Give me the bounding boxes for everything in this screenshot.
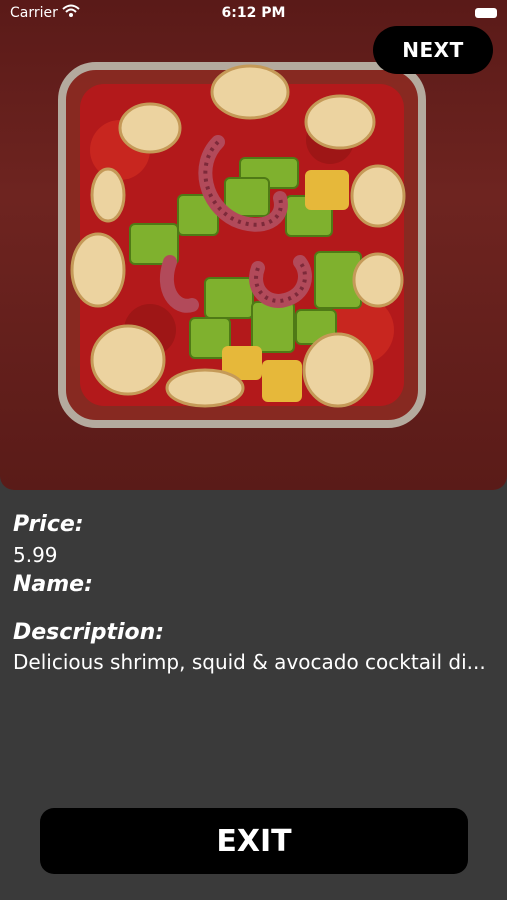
name-label: Name: bbox=[13, 572, 93, 597]
description-label: Description: bbox=[13, 620, 165, 645]
next-button[interactable]: NEXT bbox=[373, 26, 493, 74]
price-value: 5.99 bbox=[13, 543, 58, 567]
description-value: Delicious shrimp, squid & avocado cockta… bbox=[13, 650, 486, 674]
item-details: Price: 5.99 Name: Description: Delicious… bbox=[13, 510, 493, 676]
status-bar: Carrier 6:12 PM bbox=[0, 0, 507, 28]
clock: 6:12 PM bbox=[221, 5, 286, 21]
price-label: Price: bbox=[13, 512, 84, 537]
name-value bbox=[13, 600, 493, 618]
exit-button[interactable]: EXIT bbox=[40, 808, 468, 874]
battery-icon bbox=[475, 8, 497, 18]
